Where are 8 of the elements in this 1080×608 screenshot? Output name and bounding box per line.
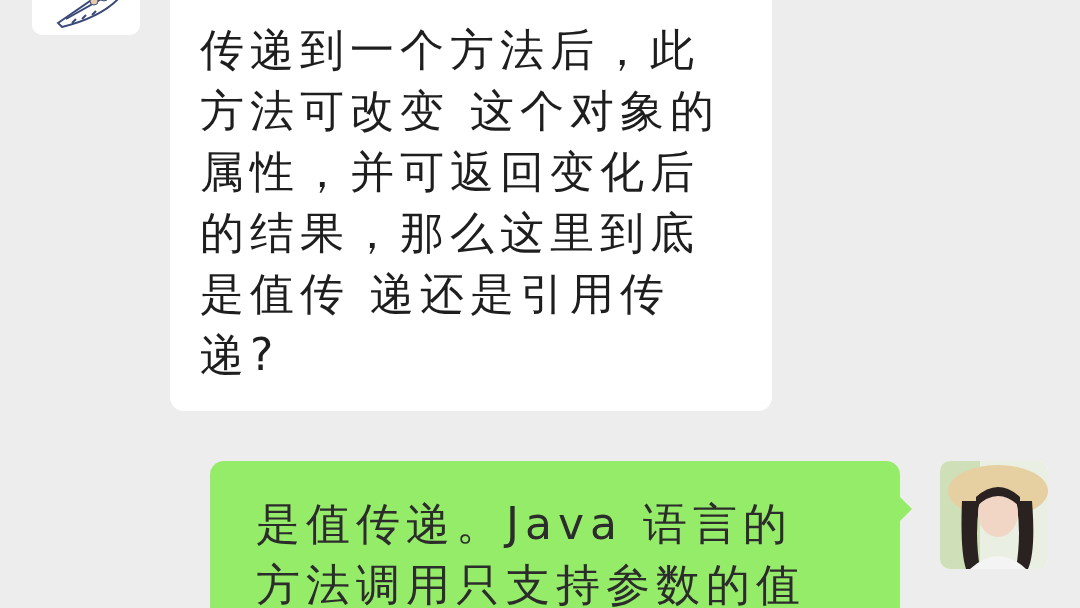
message-text: 递? xyxy=(200,328,281,382)
message-text: 是值传 递还是引用传 xyxy=(200,267,671,321)
message-text: 属性，并可返回变化后 xyxy=(200,145,701,199)
message-text: 方法可改变 这个对象的 xyxy=(200,84,721,138)
message-text: 的结果，那么这里到底 xyxy=(200,206,701,260)
message-text: 是值传递。Java 语言的 xyxy=(256,497,794,551)
message-text: 方法调用只支持参数的值 xyxy=(256,558,807,608)
message-text: 传递到一个方法后，此 xyxy=(200,23,701,77)
